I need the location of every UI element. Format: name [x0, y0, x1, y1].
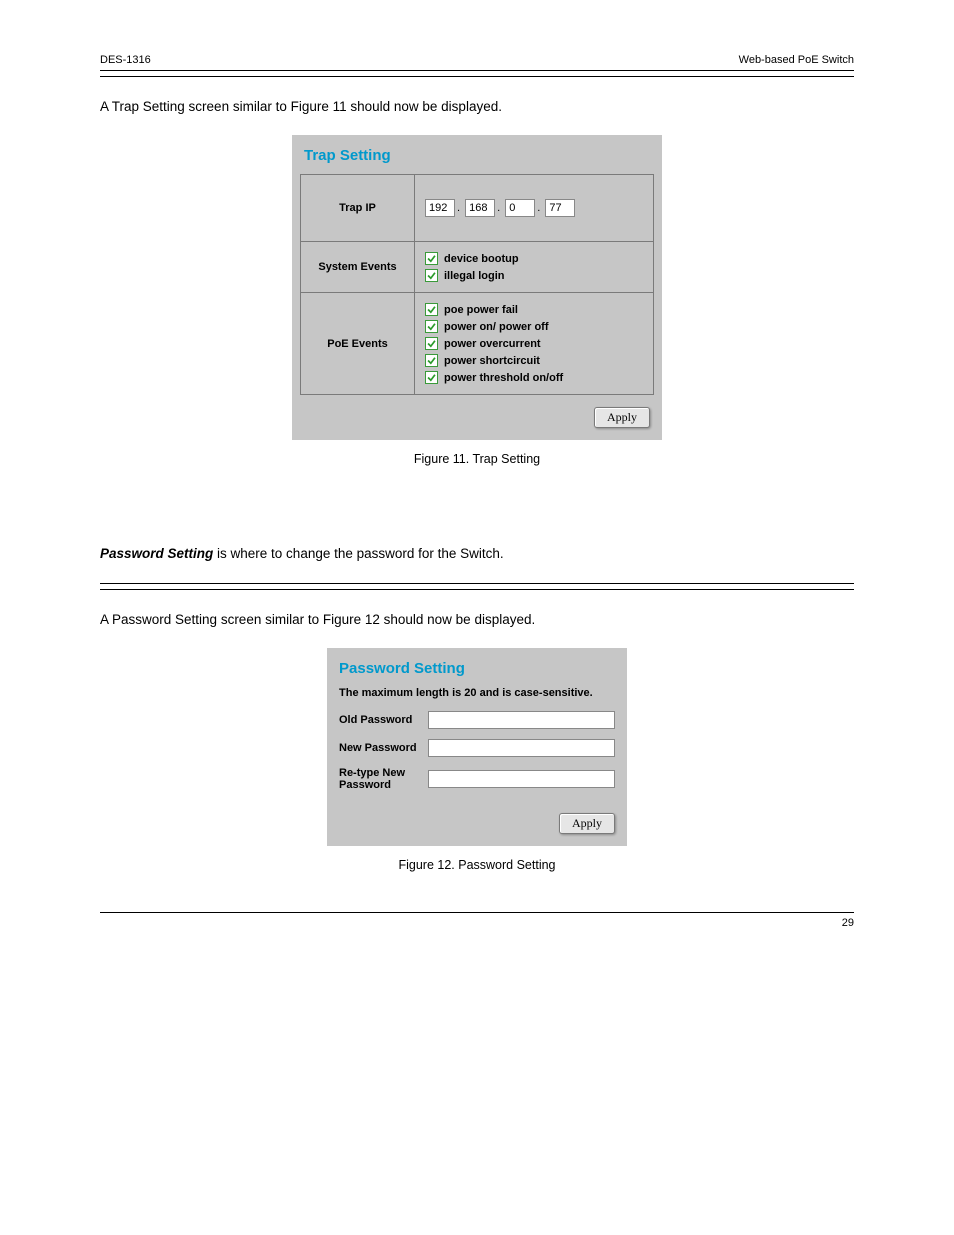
trap-ip-octet-2[interactable] [465, 199, 495, 217]
password-intro-2: A Password Setting screen similar to Fig… [100, 610, 854, 630]
system-events-cell: device bootup illegal login [415, 242, 654, 293]
poe-events-cell: poe power fail power on/ power off power… [415, 293, 654, 395]
trap-settings-table: Trap IP . . . System Events [300, 174, 654, 395]
poe-events-label: PoE Events [301, 293, 415, 395]
old-password-label: Old Password [339, 714, 428, 726]
header-right: Web-based PoE Switch [739, 54, 854, 66]
page-number: 29 [842, 917, 854, 929]
trap-panel-title: Trap Setting [300, 141, 654, 174]
section-rule-1 [100, 583, 854, 584]
retype-password-input[interactable] [428, 770, 615, 788]
new-password-input[interactable] [428, 739, 615, 757]
checkbox-power-threshold[interactable] [425, 371, 438, 384]
checkbox-label: power on/ power off [444, 321, 549, 333]
table-row: PoE Events poe power fail power on/ powe… [301, 293, 654, 395]
trap-ip-label: Trap IP [301, 175, 415, 242]
system-events-label: System Events [301, 242, 415, 293]
checkbox-power-overcurrent[interactable] [425, 337, 438, 350]
trap-apply-button[interactable]: Apply [594, 407, 650, 428]
running-footer: 29 [100, 913, 854, 933]
trap-intro-text: A Trap Setting screen similar to Figure … [100, 97, 854, 117]
checkbox-label: power shortcircuit [444, 355, 540, 367]
checkbox-label: poe power fail [444, 304, 518, 316]
running-header: DES-1316 Web-based PoE Switch [100, 50, 854, 70]
password-figure-caption: Figure 12. Password Setting [100, 858, 854, 872]
password-panel-title: Password Setting [335, 654, 619, 687]
checkbox-illegal-login[interactable] [425, 269, 438, 282]
trap-ip-octet-3[interactable] [505, 199, 535, 217]
checkbox-label: device bootup [444, 253, 519, 265]
retype-password-label: Re-type New Password [339, 767, 428, 791]
checkbox-power-on-off[interactable] [425, 320, 438, 333]
trap-ip-cell: . . . [415, 175, 654, 242]
table-row: Trap IP . . . [301, 175, 654, 242]
password-setting-panel: Password Setting The maximum length is 2… [327, 648, 627, 846]
password-hint: The maximum length is 20 and is case-sen… [335, 687, 619, 711]
checkbox-poe-power-fail[interactable] [425, 303, 438, 316]
header-left: DES-1316 [100, 54, 151, 66]
header-rule-1 [100, 70, 854, 71]
checkbox-label: power overcurrent [444, 338, 541, 350]
trap-ip-octet-1[interactable] [425, 199, 455, 217]
new-password-label: New Password [339, 742, 428, 754]
checkbox-device-bootup[interactable] [425, 252, 438, 265]
password-intro-1: Password Setting is where to change the … [100, 544, 854, 564]
trap-ip-octet-4[interactable] [545, 199, 575, 217]
password-apply-button[interactable]: Apply [559, 813, 615, 834]
checkbox-label: illegal login [444, 270, 505, 282]
section-rule-2 [100, 589, 854, 590]
trap-setting-panel: Trap Setting Trap IP . . . System Events [292, 135, 662, 440]
checkbox-label: power threshold on/off [444, 372, 563, 384]
old-password-input[interactable] [428, 711, 615, 729]
trap-figure-caption: Figure 11. Trap Setting [100, 452, 854, 466]
table-row: System Events device bootup illegal logi… [301, 242, 654, 293]
header-rule-2 [100, 76, 854, 77]
checkbox-power-shortcircuit[interactable] [425, 354, 438, 367]
